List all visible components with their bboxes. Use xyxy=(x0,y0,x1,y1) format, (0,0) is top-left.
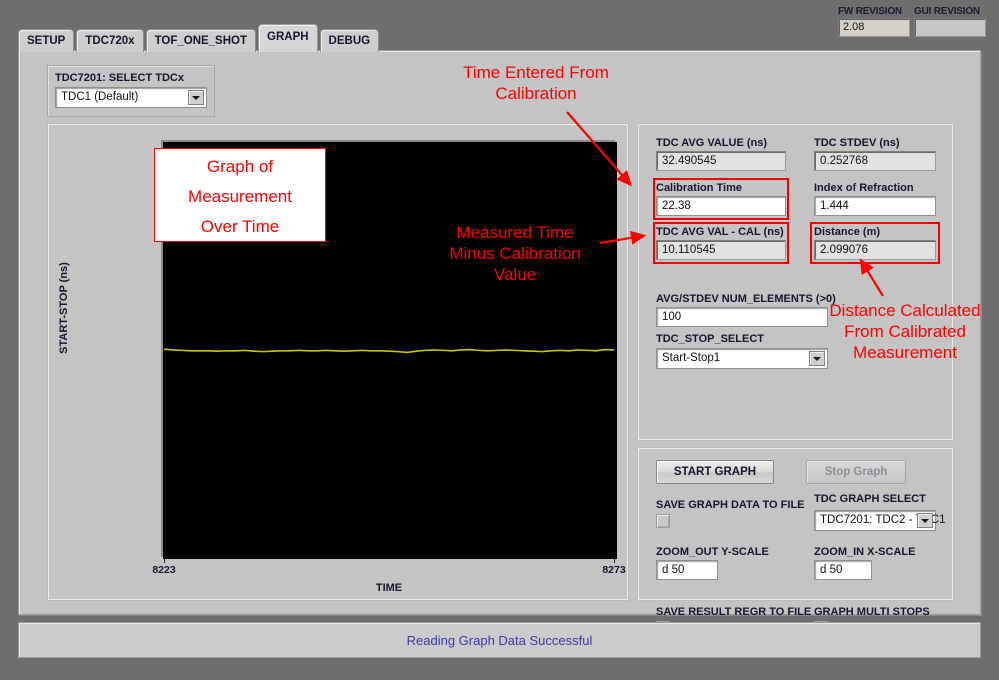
stop-select-group: TDC_STOP_SELECT Start-Stop1 xyxy=(656,332,828,369)
tdc-stdev-label: TDC STDEV (ns) xyxy=(814,136,936,150)
distance-group: Distance (m) 2.099076 xyxy=(814,225,936,260)
chevron-down-icon[interactable] xyxy=(188,90,204,105)
tdc-avg-value-group: TDC AVG VALUE (ns) 32.490545 xyxy=(656,136,786,171)
stop-select-combo[interactable]: Start-Stop1 xyxy=(656,348,828,369)
x-tick-label: 8273 xyxy=(602,564,625,576)
graph-multi-stops-label: GRAPH MULTI STOPS xyxy=(814,606,930,618)
distance-label: Distance (m) xyxy=(814,225,936,239)
fw-revision-block: FW REVISION 2.08 xyxy=(838,6,910,48)
chevron-down-icon[interactable] xyxy=(917,513,933,528)
calibration-time-label: Calibration Time xyxy=(656,181,786,195)
save-graph-data-checkbox[interactable] xyxy=(656,514,670,528)
revision-area: FW REVISION 2.08 GUI REVISION xyxy=(838,6,993,48)
gui-revision-label: GUI REVISION xyxy=(914,6,986,18)
tab-setup[interactable]: SETUP xyxy=(18,29,74,52)
zoom-in-x-group: ZOOM_IN X-SCALE d 50 xyxy=(814,545,872,580)
annotation-calibration-time: Time Entered From Calibration xyxy=(414,62,658,104)
tdc-avg-value-label: TDC AVG VALUE (ns) xyxy=(656,136,786,150)
index-of-refraction-label: Index of Refraction xyxy=(814,181,936,195)
zoom-out-y-group: ZOOM_OUT Y-SCALE d 50 xyxy=(656,545,718,580)
tab-graph[interactable]: GRAPH xyxy=(258,24,318,52)
tab-tof-one-shot[interactable]: TOF_ONE_SHOT xyxy=(146,29,256,52)
zoom-out-y-label: ZOOM_OUT Y-SCALE xyxy=(656,545,718,559)
tdc-graph-select-combo[interactable]: TDC7201: TDC2 - TDC1 xyxy=(814,510,936,531)
graph-panel: START-STOP (ns) 82.813975706560555045403… xyxy=(47,123,629,601)
zoom-out-y-input[interactable]: d 50 xyxy=(656,560,718,580)
tdc-avg-minus-cal-group: TDC AVG VAL - CAL (ns) 10.110545 xyxy=(656,225,786,260)
status-bar: Reading Graph Data Successful xyxy=(18,622,981,658)
tdc-stdev-field: 0.252768 xyxy=(814,151,936,171)
tab-tdc720x[interactable]: TDC720x xyxy=(76,29,143,52)
stop-graph-button: Stop Graph xyxy=(806,460,906,484)
tab-bar: SETUP TDC720x TOF_ONE_SHOT GRAPH DEBUG xyxy=(18,26,381,52)
x-axis-title: TIME xyxy=(163,582,615,594)
annotation-graph-caption: Graph of Measurement Over Time xyxy=(154,148,326,242)
fw-revision-field: 2.08 xyxy=(838,18,910,37)
tdc-select-label: TDC7201: SELECT TDCx xyxy=(55,71,207,85)
x-tick-mark xyxy=(164,558,165,563)
num-elements-label: AVG/STDEV NUM_ELEMENTS (>0) xyxy=(656,292,828,306)
start-stop-trace xyxy=(164,349,614,352)
gui-revision-field xyxy=(914,18,986,37)
calibration-time-group: Calibration Time 22.38 xyxy=(656,181,786,216)
gui-revision-block: GUI REVISION xyxy=(914,6,986,48)
application-window: FW REVISION 2.08 GUI REVISION SETUP TDC7… xyxy=(0,0,999,680)
status-message: Reading Graph Data Successful xyxy=(407,633,593,648)
stop-select-value: Start-Stop1 xyxy=(657,349,827,368)
tdc-avg-minus-cal-label: TDC AVG VAL - CAL (ns) xyxy=(656,225,786,239)
tdc-avg-value-field: 32.490545 xyxy=(656,151,786,171)
tdc-select-combo[interactable]: TDC1 (Default) xyxy=(55,87,207,108)
save-graph-data-label: SAVE GRAPH DATA TO FILE xyxy=(656,499,805,511)
y-axis-ticks: 82.8139757065605550454035302520151050-5-… xyxy=(48,124,161,584)
tdc-stdev-group: TDC STDEV (ns) 0.252768 xyxy=(814,136,936,171)
readout-panel: TDC AVG VALUE (ns) 32.490545 TDC STDEV (… xyxy=(637,123,954,441)
tdc-select-value: TDC1 (Default) xyxy=(56,88,206,107)
x-tick-label: 8223 xyxy=(152,564,175,576)
start-graph-button[interactable]: START GRAPH xyxy=(656,460,774,484)
zoom-in-x-input[interactable]: d 50 xyxy=(814,560,872,580)
calibration-time-input[interactable]: 22.38 xyxy=(656,196,786,216)
distance-field: 2.099076 xyxy=(814,240,936,260)
x-tick-mark xyxy=(614,558,615,563)
tdc-avg-minus-cal-field: 10.110545 xyxy=(656,240,786,260)
save-result-regr-label: SAVE RESULT REGR TO FILE xyxy=(656,606,811,618)
annotation-distance-calculated: Distance Calculated From Calibrated Meas… xyxy=(815,300,995,363)
index-of-refraction-input[interactable]: 1.444 xyxy=(814,196,936,216)
num-elements-input[interactable]: 100 xyxy=(656,307,828,327)
annotation-measured-minus-cal: Measured Time Minus Calibration Value xyxy=(420,222,610,285)
fw-revision-label: FW REVISION xyxy=(838,6,910,18)
zoom-in-x-label: ZOOM_IN X-SCALE xyxy=(814,545,872,559)
num-elements-group: AVG/STDEV NUM_ELEMENTS (>0) 100 xyxy=(656,292,828,327)
action-panel: START GRAPH Stop Graph SAVE GRAPH DATA T… xyxy=(637,447,954,601)
index-of-refraction-group: Index of Refraction 1.444 xyxy=(814,181,936,216)
tdc-select-group: TDC7201: SELECT TDCx TDC1 (Default) xyxy=(47,65,215,117)
tdc-graph-select-label: TDC GRAPH SELECT xyxy=(814,493,926,505)
stop-select-label: TDC_STOP_SELECT xyxy=(656,332,828,346)
tab-debug[interactable]: DEBUG xyxy=(320,29,380,52)
